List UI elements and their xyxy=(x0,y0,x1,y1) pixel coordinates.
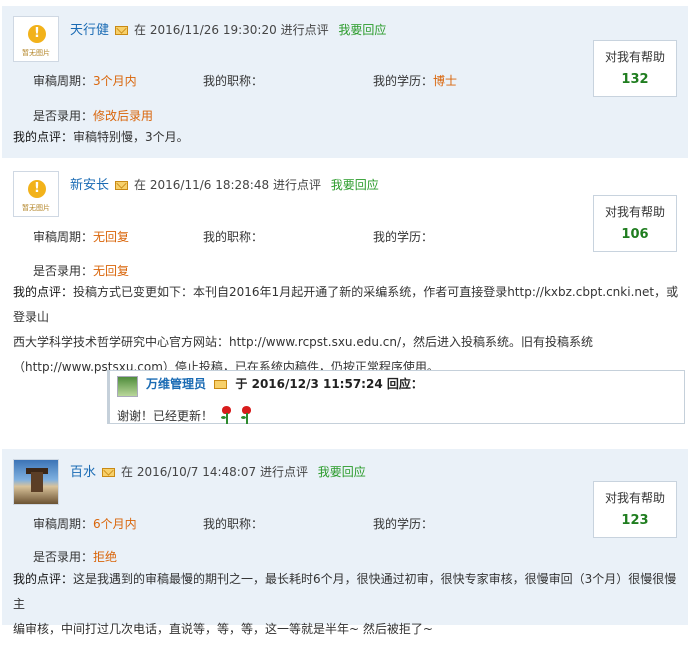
helpful-label: 对我有帮助 xyxy=(604,50,665,64)
admin-reply: 万维管理员 于 2016/12/3 11:57:24 回应： 谢谢！已经更新！ xyxy=(107,370,685,424)
acceptance-status: 是否录用：拒绝 xyxy=(33,550,118,564)
rose-icon xyxy=(219,406,233,424)
reviewer-degree: 我的学历：博士 xyxy=(373,74,458,88)
review-action: 进行点评 xyxy=(280,23,329,37)
comment-line: 西大学科学技术哲学研究中心官方网站：http://www.rcpst.sxu.e… xyxy=(13,335,594,349)
username-link[interactable]: 新安长 xyxy=(70,178,109,193)
in-word: 在 xyxy=(121,465,134,479)
acceptance-status: 是否录用：修改后录用 xyxy=(33,109,154,123)
review-datetime: 2016/11/26 19:30:20 xyxy=(149,23,277,37)
at-word: 于 xyxy=(235,377,248,391)
review-period: 审稿周期：无回复 xyxy=(33,230,130,244)
reply-link[interactable]: 我要回应 xyxy=(338,23,386,37)
reviewer-title: 我的职称： xyxy=(203,230,264,244)
review-header: 百水 在 2016/10/7 14:48:07 进行点评 我要回应 xyxy=(70,461,366,480)
username-link[interactable]: 百水 xyxy=(70,465,96,480)
review-card: ! 暂无图片 天行健 在 2016/11/26 19:30:20 进行点评 我要回… xyxy=(2,6,688,158)
in-word: 在 xyxy=(134,178,147,192)
review-comment: 我的点评：这是我遇到的审稿最慢的期刊之一，最长耗时6个月，很快通过初审，很快专家… xyxy=(13,567,681,642)
avatar-caption: 暂无图片 xyxy=(22,204,50,212)
reviewer-title: 我的职称： xyxy=(203,74,264,88)
reviewer-title: 我的职称： xyxy=(203,517,264,531)
review-comment: 我的点评：审稿特别慢，3个月。 xyxy=(13,130,189,144)
comment-line: 编审核，中间打过几次电话，直说等，等，等，这一等就是半年~ 然后被拒了~ xyxy=(13,622,433,636)
exclamation-icon: ! xyxy=(28,25,46,43)
comment-line: 我的点评：投稿方式已变更如下：本刊自2016年1月起开通了新的采编系统，作者可直… xyxy=(13,285,679,324)
helpful-box[interactable]: 对我有帮助 123 xyxy=(593,481,677,538)
replied-word: 回应： xyxy=(386,377,423,391)
reply-header: 万维管理员 于 2016/12/3 11:57:24 回应： xyxy=(146,375,423,392)
reviewer-degree: 我的学历： xyxy=(373,517,434,531)
helpful-count: 106 xyxy=(621,227,649,242)
mail-icon[interactable] xyxy=(115,26,129,35)
mail-icon[interactable] xyxy=(214,380,228,389)
review-comment: 我的点评：投稿方式已变更如下：本刊自2016年1月起开通了新的采编系统，作者可直… xyxy=(13,280,681,380)
admin-name-link[interactable]: 万维管理员 xyxy=(146,377,206,391)
review-header: 天行健 在 2016/11/26 19:30:20 进行点评 我要回应 xyxy=(70,19,386,38)
reply-link[interactable]: 我要回应 xyxy=(318,465,366,479)
user-avatar[interactable]: ! 暂无图片 xyxy=(13,16,59,62)
exclamation-icon: ! xyxy=(28,180,46,198)
review-card: 百水 在 2016/10/7 14:48:07 进行点评 我要回应 对我有帮助 1… xyxy=(2,449,688,636)
review-period: 审稿周期：3个月内 xyxy=(33,74,137,88)
review-action: 进行点评 xyxy=(259,465,308,479)
comment-line: 我的点评：这是我遇到的审稿最慢的期刊之一，最长耗时6个月，很快通过初审，很快专家… xyxy=(13,572,677,611)
review-datetime: 2016/10/7 14:48:07 xyxy=(136,465,257,479)
reply-body: 谢谢！已经更新！ xyxy=(117,406,253,424)
avatar-caption: 暂无图片 xyxy=(22,49,50,57)
in-word: 在 xyxy=(134,23,147,37)
review-header: 新安长 在 2016/11/6 18:28:48 进行点评 我要回应 xyxy=(70,174,379,193)
acceptance-status: 是否录用：无回复 xyxy=(33,264,130,278)
helpful-label: 对我有帮助 xyxy=(604,205,665,219)
helpful-label: 对我有帮助 xyxy=(604,491,665,505)
reply-datetime: 2016/12/3 11:57:24 xyxy=(251,377,383,391)
review-period: 审稿周期：6个月内 xyxy=(33,517,137,531)
reply-text: 谢谢！已经更新！ xyxy=(117,409,214,423)
reviewer-degree: 我的学历： xyxy=(373,230,434,244)
helpful-count: 123 xyxy=(621,513,649,528)
user-avatar[interactable] xyxy=(13,459,59,505)
rose-icon xyxy=(239,406,253,424)
helpful-box[interactable]: 对我有帮助 106 xyxy=(593,195,677,252)
user-avatar[interactable]: ! 暂无图片 xyxy=(13,171,59,217)
helpful-count: 132 xyxy=(621,72,649,87)
mail-icon[interactable] xyxy=(115,181,129,190)
mail-icon[interactable] xyxy=(102,468,116,477)
reply-link[interactable]: 我要回应 xyxy=(331,178,379,192)
username-link[interactable]: 天行健 xyxy=(70,23,109,38)
admin-avatar[interactable] xyxy=(117,376,138,397)
review-action: 进行点评 xyxy=(272,178,321,192)
review-datetime: 2016/11/6 18:28:48 xyxy=(149,178,270,192)
comment-text: 审稿特别慢，3个月。 xyxy=(73,130,189,144)
helpful-box[interactable]: 对我有帮助 132 xyxy=(593,40,677,97)
